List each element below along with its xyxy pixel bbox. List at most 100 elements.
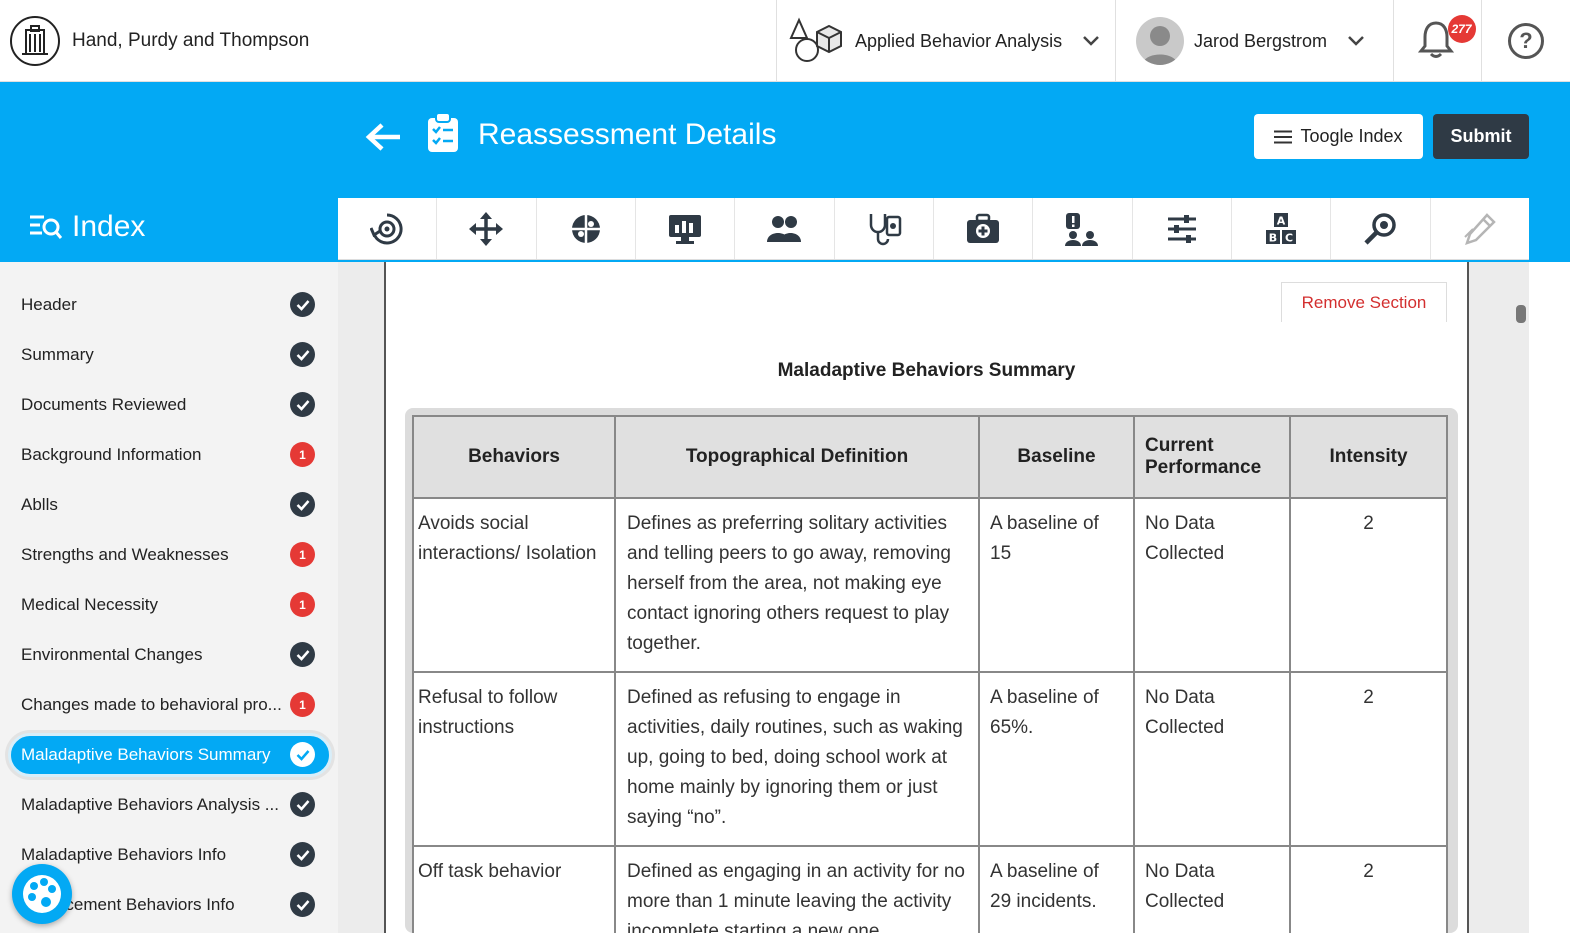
shapes-program-icon <box>789 17 842 62</box>
check-circle-icon <box>290 642 315 667</box>
tool-stethoscope[interactable] <box>835 198 934 259</box>
avatar <box>1136 17 1184 65</box>
behavior-cell: Refusal to follow instructions <box>412 671 616 847</box>
table-row: Refusal to follow instructions Defined a… <box>412 671 1448 847</box>
tool-puzzle[interactable] <box>537 198 636 259</box>
list-search-icon <box>30 215 62 239</box>
definition-cell: Defined as refusing to engage in activit… <box>614 671 980 847</box>
column-header: Baseline <box>978 415 1135 499</box>
user-name: Jarod Bergstrom <box>1194 30 1328 51</box>
table-row: Off task behavior Defined as engaging in… <box>412 845 1448 933</box>
sidebar-item-label: Header <box>21 295 77 314</box>
sidebar-item-label: Summary <box>21 345 94 364</box>
tool-chart[interactable] <box>636 198 736 259</box>
svg-text:A: A <box>1277 214 1286 227</box>
tool-cycle[interactable] <box>338 198 438 259</box>
sidebar-item-label: Background Information <box>21 445 202 464</box>
magnifier-icon <box>1364 212 1397 245</box>
program-selector[interactable]: Applied Behavior Analysis <box>776 0 1115 82</box>
sidebar-item-label: Maladaptive Behaviors Analysis ... <box>21 795 279 814</box>
pen-icon <box>1464 212 1496 245</box>
help-button[interactable]: ? <box>1481 0 1570 82</box>
sidebar-item-label: Medical Necessity <box>21 595 158 614</box>
baseline-cell: A baseline of 15 <box>978 497 1135 673</box>
tool-abc[interactable]: ABC <box>1232 198 1332 259</box>
intensity-cell: 2 <box>1289 497 1448 673</box>
sidebar-item-summary[interactable]: Summary <box>0 330 338 380</box>
svg-text:C: C <box>1285 231 1293 244</box>
sidebar-item-background-information[interactable]: Background Information 1 <box>0 430 338 480</box>
submit-button[interactable]: Submit <box>1433 114 1529 159</box>
back-arrow-icon[interactable] <box>364 122 404 152</box>
org-brand[interactable]: Hand, Purdy and Thompson <box>10 16 309 66</box>
alert-badge: 1 <box>290 442 315 467</box>
table-header-row: Behaviors Topographical Definition Basel… <box>412 415 1448 499</box>
page-title: Reassessment Details <box>478 118 777 151</box>
remove-section-button[interactable]: Remove Section <box>1281 282 1447 322</box>
tool-magnifier[interactable] <box>1331 198 1431 259</box>
tool-sliders[interactable] <box>1133 198 1232 259</box>
baseline-cell: A baseline of 65%. <box>978 671 1135 847</box>
toggle-index-button[interactable]: Toogle Index <box>1254 114 1423 159</box>
sidebar-item-label: Changes made to behavioral pro... <box>21 695 282 714</box>
check-circle-icon <box>290 292 315 317</box>
check-circle-icon <box>290 742 315 767</box>
check-circle-icon <box>290 492 315 517</box>
sidebar-item-strengths-weaknesses[interactable]: Strengths and Weaknesses 1 <box>0 530 338 580</box>
check-circle-icon <box>290 892 315 917</box>
user-menu[interactable]: Jarod Bergstrom <box>1115 0 1393 82</box>
puzzle-brain-icon <box>571 214 600 243</box>
behavior-cell: Avoids social interactions/ Isolation <box>412 497 616 673</box>
chevron-down-icon <box>1083 36 1100 46</box>
tool-alert-person[interactable] <box>1033 198 1133 259</box>
sidebar-item-label: Ablls <box>21 495 58 514</box>
maladaptive-behaviors-table: Behaviors Topographical Definition Basel… <box>412 415 1448 933</box>
definition-cell: Defines as preferring solitary activitie… <box>614 497 980 673</box>
section-title: Maladaptive Behaviors Summary <box>777 360 1076 381</box>
tool-medical[interactable] <box>934 198 1034 259</box>
chevron-down-icon <box>1348 36 1364 46</box>
index-sidebar: Header Summary Documents Reviewed Backgr… <box>0 262 338 933</box>
medical-kit-icon <box>967 213 1000 243</box>
sidebar-item-maladaptive-summary[interactable]: Maladaptive Behaviors Summary <box>0 730 338 780</box>
sidebar-item-label: Strengths and Weaknesses <box>21 545 229 564</box>
top-bar: Hand, Purdy and Thompson Applied Behavio… <box>0 0 1570 82</box>
scrollbar-thumb[interactable] <box>1516 305 1526 323</box>
table-row: Avoids social interactions/ Isolation De… <box>412 497 1448 673</box>
sidebar-item-maladaptive-analysis[interactable]: Maladaptive Behaviors Analysis ... <box>0 780 338 830</box>
building-logo-icon <box>10 16 60 66</box>
column-header: Intensity <box>1289 415 1448 499</box>
alert-badge: 1 <box>290 692 315 717</box>
index-heading: Index <box>30 210 145 244</box>
help-icon: ? <box>1508 23 1544 59</box>
sidebar-item-label: Documents Reviewed <box>21 395 187 414</box>
behaviors-table-container: Behaviors Topographical Definition Basel… <box>405 408 1458 933</box>
cycle-gear-icon <box>370 212 403 244</box>
sidebar-item-behavioral-program-changes[interactable]: Changes made to behavioral pro... 1 <box>0 680 338 730</box>
palette-icon <box>23 875 61 913</box>
sidebar-item-header[interactable]: Header <box>0 280 338 330</box>
sidebar-item-documents-reviewed[interactable]: Documents Reviewed <box>0 380 338 430</box>
sidebar-item-medical-necessity[interactable]: Medical Necessity 1 <box>0 580 338 630</box>
behavior-cell: Off task behavior <box>412 845 616 933</box>
intensity-cell: 2 <box>1289 845 1448 933</box>
current-performance-cell: No Data Collected <box>1133 845 1291 933</box>
section-toolbar: ABC <box>338 198 1529 260</box>
notifications-button[interactable]: 277 <box>1393 0 1481 82</box>
column-header: Topographical Definition <box>614 415 980 499</box>
theme-palette-button[interactable] <box>12 864 72 924</box>
tool-move[interactable] <box>437 198 537 259</box>
notification-badge: 277 <box>1447 15 1476 43</box>
sidebar-item-environmental-changes[interactable]: Environmental Changes <box>0 630 338 680</box>
svg-text:B: B <box>1269 231 1277 244</box>
alert-badge: 1 <box>290 542 315 567</box>
sidebar-item-label: Environmental Changes <box>21 645 203 664</box>
tool-pen[interactable] <box>1431 198 1529 259</box>
intensity-cell: 2 <box>1289 671 1448 847</box>
org-name: Hand, Purdy and Thompson <box>72 30 310 51</box>
tool-people[interactable] <box>735 198 835 259</box>
menu-icon <box>1274 130 1293 143</box>
chart-monitor-icon <box>669 214 702 244</box>
index-title: Index <box>72 210 146 243</box>
sidebar-item-ablls[interactable]: Ablls <box>0 480 338 530</box>
